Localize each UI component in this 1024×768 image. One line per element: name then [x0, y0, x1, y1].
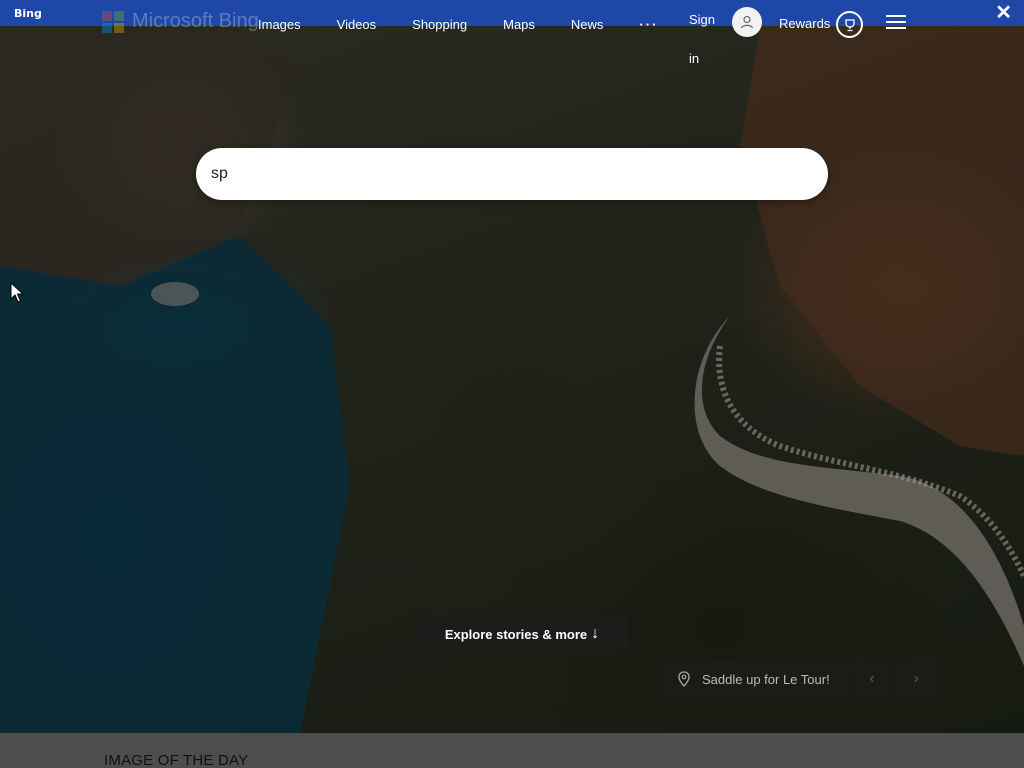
- avatar[interactable]: [732, 7, 762, 37]
- close-icon[interactable]: ✕: [995, 3, 1012, 23]
- explore-stories-button[interactable]: Explore stories & more ↓: [416, 618, 628, 650]
- top-nav: Images Videos Shopping Maps News ···: [258, 16, 694, 34]
- bing-logo[interactable]: Microsoft Bing: [102, 10, 259, 33]
- logo-text: Microsoft Bing: [132, 10, 259, 32]
- microsoft-logo-icon: [102, 10, 124, 33]
- next-image-button[interactable]: ›: [896, 660, 936, 698]
- hamburger-menu-icon[interactable]: [886, 15, 906, 31]
- window-title: Bing: [14, 6, 42, 20]
- image-caption[interactable]: Saddle up for Le Tour!: [662, 660, 850, 698]
- arrow-down-icon: ↓: [591, 625, 600, 642]
- image-of-the-day-section: IMAGE OF THE DAY: [0, 733, 1024, 768]
- previous-image-button[interactable]: ‹: [852, 660, 892, 698]
- user-icon: [740, 15, 754, 29]
- chevron-left-icon: ‹: [869, 670, 875, 687]
- more-icon[interactable]: ···: [639, 16, 658, 34]
- image-of-the-day-heading: IMAGE OF THE DAY: [104, 752, 249, 768]
- rewards-trophy-icon[interactable]: [836, 11, 863, 38]
- nav-news[interactable]: News: [571, 16, 604, 34]
- location-pin-icon: [678, 671, 690, 687]
- mouse-pointer-icon: [10, 282, 24, 303]
- nav-images[interactable]: Images: [258, 16, 301, 34]
- nav-videos[interactable]: Videos: [337, 16, 377, 34]
- trophy-icon: [844, 18, 855, 31]
- nav-shopping[interactable]: Shopping: [412, 16, 467, 34]
- chevron-right-icon: ›: [913, 670, 919, 687]
- caption-text: Saddle up for Le Tour!: [702, 671, 830, 687]
- explore-label: Explore stories & more: [444, 626, 588, 642]
- search-box: [196, 148, 828, 200]
- search-input[interactable]: [211, 161, 751, 187]
- rewards-link[interactable]: Rewards: [779, 16, 830, 31]
- nav-maps[interactable]: Maps: [503, 16, 535, 34]
- sign-in-link[interactable]: Sign in: [689, 0, 723, 78]
